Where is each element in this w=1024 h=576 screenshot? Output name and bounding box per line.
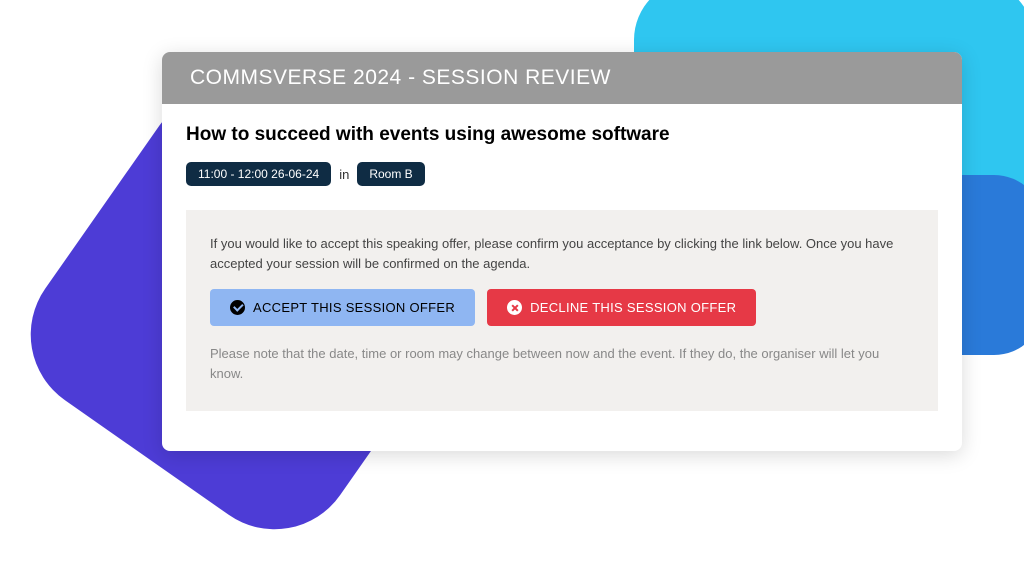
session-meta-row: 11:00 - 12:00 26-06-24 in Room B bbox=[186, 162, 938, 186]
card-body: How to succeed with events using awesome… bbox=[162, 104, 962, 451]
cross-icon bbox=[507, 300, 522, 315]
room-pill: Room B bbox=[357, 162, 424, 186]
decline-session-button[interactable]: DECLINE THIS SESSION OFFER bbox=[487, 289, 756, 326]
in-label: in bbox=[339, 167, 349, 182]
accept-button-label: ACCEPT THIS SESSION OFFER bbox=[253, 300, 455, 315]
accept-session-button[interactable]: ACCEPT THIS SESSION OFFER bbox=[210, 289, 475, 326]
check-icon bbox=[230, 300, 245, 315]
card-header: COMMSVERSE 2024 - SESSION REVIEW bbox=[162, 52, 962, 104]
time-date-pill: 11:00 - 12:00 26-06-24 bbox=[186, 162, 331, 186]
session-title: How to succeed with events using awesome… bbox=[186, 124, 938, 146]
disclaimer-note: Please note that the date, time or room … bbox=[210, 344, 914, 383]
session-review-card: COMMSVERSE 2024 - SESSION REVIEW How to … bbox=[162, 52, 962, 451]
page-title: COMMSVERSE 2024 - SESSION REVIEW bbox=[190, 66, 611, 89]
button-row: ACCEPT THIS SESSION OFFER DECLINE THIS S… bbox=[210, 289, 914, 326]
accept-instruction-text: If you would like to accept this speakin… bbox=[210, 234, 914, 273]
decline-button-label: DECLINE THIS SESSION OFFER bbox=[530, 300, 736, 315]
info-box: If you would like to accept this speakin… bbox=[186, 210, 938, 411]
